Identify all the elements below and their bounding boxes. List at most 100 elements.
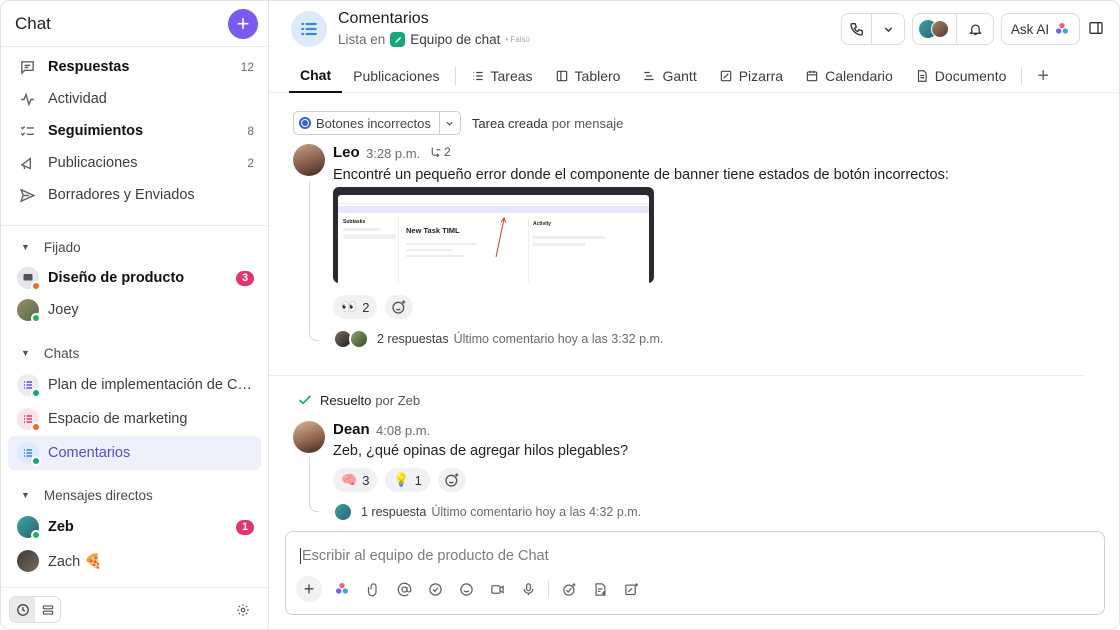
tab-gantt[interactable]: Gantt	[631, 59, 707, 93]
list-view-button[interactable]	[35, 597, 60, 622]
group-direct-messages[interactable]: ▼ Mensajes directos	[1, 480, 268, 510]
avatar[interactable]	[293, 421, 325, 453]
send-icon	[17, 185, 37, 205]
tab-calendario[interactable]: Calendario	[794, 59, 904, 93]
recent-view-button[interactable]	[10, 597, 35, 622]
sidebar-item-joey[interactable]: Joey	[1, 294, 268, 326]
task-button[interactable]	[424, 578, 446, 600]
task-created-by: por mensaje	[551, 115, 624, 131]
message-author[interactable]: Leo	[333, 144, 360, 161]
group-label: Chats	[43, 345, 80, 361]
members-button[interactable]	[913, 14, 957, 44]
ai-button[interactable]	[331, 578, 353, 600]
add-reaction-button[interactable]	[385, 295, 414, 319]
thread-replies[interactable]: 1 respuesta Último comentario hoy a las …	[333, 502, 641, 521]
ask-ai-button[interactable]: Ask AI	[1001, 13, 1080, 45]
toggle-panel-button[interactable]	[1088, 20, 1106, 38]
tab-label: Pizarra	[738, 68, 784, 84]
sidebar-item-label: Publicaciones	[48, 155, 138, 171]
sidebar-item-label: Diseño de producto	[48, 270, 185, 286]
list-avatar-icon	[17, 442, 41, 466]
composer-toolbar: +	[296, 576, 642, 602]
group-pinned[interactable]: ▼ Fijado	[1, 232, 268, 262]
chevron-down-icon: ▼	[21, 348, 30, 358]
doc-add-icon	[595, 582, 605, 596]
members-controls	[912, 13, 994, 45]
reaction-eyes[interactable]: 👀 2	[333, 295, 378, 319]
add-view-button[interactable]: +	[1026, 59, 1060, 93]
tab-tareas[interactable]: Tareas	[460, 59, 544, 93]
task-created-label: Tarea creada	[471, 115, 548, 131]
ai-sparkle-icon	[336, 583, 348, 594]
reaction-count: 1	[414, 472, 422, 488]
tab-publicaciones[interactable]: Publicaciones	[342, 59, 450, 93]
add-emoji-icon	[392, 300, 406, 314]
sidebar-item-comentarios[interactable]: Comentarios	[8, 436, 261, 470]
video-button[interactable]	[486, 578, 508, 600]
message-subtask-count: 2	[429, 145, 451, 159]
add-reaction-button[interactable]	[437, 468, 466, 492]
check-circle-icon	[428, 582, 442, 596]
reaction-count: 2	[362, 299, 370, 315]
reaction-bulb[interactable]: 💡 1	[385, 468, 430, 492]
avatar[interactable]	[293, 144, 325, 176]
sidebar-item-diseno-producto[interactable]: Diseño de producto 3	[1, 262, 268, 294]
sidebar-item-label: Joey	[48, 302, 79, 318]
composer-input[interactable]: Escribir al equipo de producto de Chat	[300, 548, 549, 564]
attach-menu-button[interactable]: +	[296, 576, 322, 602]
sidebar-item-seguimientos[interactable]: Seguimientos 8	[1, 115, 268, 147]
tab-documento[interactable]: Documento	[904, 59, 1018, 93]
replies-count: 2 respuestas	[377, 332, 449, 346]
settings-button[interactable]	[232, 599, 254, 621]
list-avatar-icon	[17, 374, 41, 398]
voice-button[interactable]	[517, 578, 539, 600]
create-task-button[interactable]	[558, 578, 580, 600]
reaction-brain[interactable]: 🧠 3	[333, 468, 378, 492]
sidebar-item-label: Plan de implementación de Ch...	[48, 377, 254, 393]
member-avatar	[931, 20, 949, 38]
microphone-icon	[523, 582, 533, 595]
mention-button[interactable]	[393, 578, 415, 600]
new-chat-button[interactable]: +	[228, 8, 258, 39]
attach-button[interactable]	[362, 578, 384, 600]
space-link[interactable]: Equipo de chat	[410, 32, 500, 47]
avatar	[17, 516, 41, 540]
call-button[interactable]	[842, 14, 872, 44]
subtask-icon	[431, 147, 441, 157]
message-composer[interactable]: Escribir al equipo de producto de Chat +	[285, 531, 1105, 615]
tab-tablero[interactable]: Tablero	[544, 59, 632, 93]
list-icon	[291, 11, 327, 47]
sidebar-item-borradores[interactable]: Borradores y Enviados	[1, 179, 268, 211]
call-controls	[841, 13, 905, 45]
thread-replies[interactable]: 2 respuestas Último comentario hoy a las…	[333, 329, 663, 349]
sidebar-item-zach[interactable]: Zach 🍕	[1, 544, 268, 578]
sidebar-item-label: Seguimientos	[48, 123, 144, 139]
group-chats[interactable]: ▼ Chats	[1, 338, 268, 368]
create-doc-button[interactable]	[589, 578, 611, 600]
task-tag-dropdown[interactable]	[440, 118, 460, 129]
sidebar-item-marketing[interactable]: Espacio de marketing	[1, 402, 268, 436]
task-link[interactable]: Botones incorrectos	[294, 112, 440, 134]
create-whiteboard-button[interactable]	[620, 578, 642, 600]
call-options-button[interactable]	[872, 14, 904, 44]
chevron-down-icon: ▼	[21, 242, 30, 252]
sidebar-item-respuestas[interactable]: Respuestas 12	[1, 51, 268, 83]
emoji-button[interactable]	[455, 578, 477, 600]
tab-chat[interactable]: Chat	[289, 59, 343, 93]
gantt-icon	[644, 71, 655, 81]
sidebar-divider	[1, 225, 268, 226]
notifications-button[interactable]	[957, 14, 993, 44]
reply-avatar	[333, 502, 353, 521]
tab-pizarra[interactable]: Pizarra	[708, 59, 794, 93]
message-divider	[269, 375, 1084, 376]
message-author[interactable]: Dean	[333, 421, 370, 438]
sidebar-item-publicaciones[interactable]: Publicaciones 2	[1, 147, 268, 179]
sidebar-item-label: Espacio de marketing	[48, 411, 188, 427]
sidebar-item-plan[interactable]: Plan de implementación de Ch...	[1, 368, 268, 402]
sidebar-item-actividad[interactable]: Actividad	[1, 83, 268, 115]
task-tag[interactable]: Botones incorrectos	[293, 111, 461, 135]
sidebar-footer	[1, 587, 268, 629]
attached-screenshot[interactable]: Subtasks New Task TIML Activity	[333, 187, 654, 283]
sidebar-item-zeb[interactable]: Zeb 1	[1, 510, 268, 544]
reaction-emoji: 🧠	[341, 472, 358, 487]
